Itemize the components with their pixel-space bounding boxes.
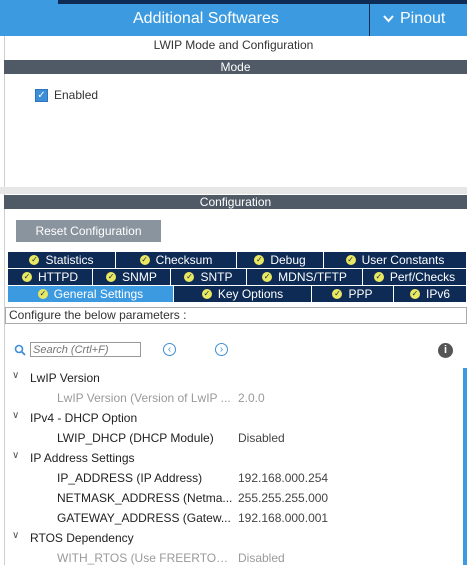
check-circle-icon: ✓: [262, 271, 273, 282]
param-name: GATEWAY_ADDRESS (Gatew...: [57, 511, 231, 525]
group-ip-address-settings[interactable]: ∨ IP Address Settings: [0, 449, 460, 467]
chevron-down-icon[interactable]: ∨: [12, 530, 19, 541]
param-value[interactable]: 255.255.255.000: [238, 491, 328, 505]
tab-label: Debug: [270, 253, 306, 267]
panel-subtitle: LWIP Mode and Configuration: [153, 38, 314, 52]
tab-general-settings[interactable]: ✓ General Settings: [8, 286, 174, 302]
tab-label: Key Options: [217, 287, 284, 301]
chevron-right-circle-icon[interactable]: ›: [215, 343, 228, 356]
tab-label: MDNS/TFTP: [278, 270, 347, 284]
group-rtos-dependency[interactable]: ∨ RTOS Dependency: [0, 529, 460, 547]
param-row[interactable]: IP_ADDRESS (IP Address) 192.168.000.254: [0, 469, 460, 487]
check-circle-icon: ✓: [345, 254, 356, 265]
tab-label: Checksum: [155, 253, 213, 267]
search-icon: [14, 344, 26, 356]
tab-label: User Constants: [361, 253, 445, 267]
params-header: Configure the below parameters :: [5, 307, 467, 324]
check-circle-icon: ✓: [332, 288, 343, 299]
tab-row-2: ✓ HTTPD ✓ SNMP ✓ SNTP ✓ MDNS/TFTP ✓ Perf/Chec…: [8, 269, 467, 285]
chevron-down-icon[interactable]: ∨: [12, 370, 19, 381]
chevron-down-icon[interactable]: ∨: [12, 450, 19, 461]
tab-label: General Settings: [53, 287, 144, 301]
top-strip: [58, 0, 467, 4]
group-label: LwIP Version: [30, 371, 100, 385]
param-value: 2.0.0: [238, 391, 265, 405]
info-icon[interactable]: i: [438, 343, 453, 358]
tab-perf-checks[interactable]: ✓ Perf/Checks: [363, 269, 467, 285]
search-row: ‹ › i: [14, 342, 464, 360]
configuration-section-bar: Configuration: [4, 195, 467, 209]
tab-sntp[interactable]: ✓ SNTP: [171, 269, 247, 285]
pinout-label: Pinout: [400, 10, 446, 27]
reset-configuration-button[interactable]: Reset Configuration: [16, 220, 161, 242]
tab-user-constants[interactable]: ✓ User Constants: [324, 252, 467, 268]
param-name: WITH_RTOS (Use FREERTOS...: [57, 551, 233, 565]
param-name: NETMASK_ADDRESS (Netma...: [57, 491, 233, 505]
top-bar: Additional Softwares Pinout: [0, 0, 467, 36]
search-input[interactable]: [30, 342, 141, 357]
tab-row-3: ✓ General Settings ✓ Key Options ✓ PPP ✓ IPv…: [8, 286, 467, 302]
check-circle-icon: ✓: [373, 271, 384, 282]
tab-httpd[interactable]: ✓ HTTPD: [8, 269, 93, 285]
tab-ipv6[interactable]: ✓ IPv6: [394, 286, 467, 302]
header-separator: [369, 4, 370, 36]
param-row[interactable]: WITH_RTOS (Use FREERTOS... Disabled: [0, 549, 460, 567]
tab-mdns-tftp[interactable]: ✓ MDNS/TFTP: [247, 269, 363, 285]
tab-ppp[interactable]: ✓ PPP: [312, 286, 394, 302]
tab-snmp[interactable]: ✓ SNMP: [93, 269, 171, 285]
check-circle-icon: ✓: [254, 254, 265, 265]
check-circle-icon: ✓: [37, 288, 48, 299]
param-value[interactable]: 192.168.000.001: [238, 511, 328, 525]
group-label: IPv4 - DHCP Option: [30, 411, 138, 425]
tab-row-1: ✓ Statistics ✓ Checksum ✓ Debug ✓ User Const…: [8, 252, 467, 268]
param-row[interactable]: LWIP_DHCP (DHCP Module) Disabled: [0, 429, 460, 447]
tab-debug[interactable]: ✓ Debug: [237, 252, 324, 268]
tab-key-options[interactable]: ✓ Key Options: [174, 286, 312, 302]
check-circle-icon: ✓: [22, 271, 32, 282]
enabled-checkbox[interactable]: ✓ Enabled: [35, 88, 98, 102]
tab-label: PPP: [348, 287, 373, 301]
tab-label: IPv6: [425, 287, 450, 301]
param-value[interactable]: 192.168.000.254: [238, 471, 328, 485]
checkbox-checked-icon[interactable]: ✓: [35, 88, 48, 102]
tab-checksum[interactable]: ✓ Checksum: [116, 252, 237, 268]
tab-label: HTTPD: [38, 270, 78, 284]
mode-section-bar: Mode: [4, 60, 467, 74]
group-lwip-version[interactable]: ∨ LwIP Version: [0, 369, 460, 387]
enabled-label: Enabled: [54, 88, 99, 102]
param-row[interactable]: GATEWAY_ADDRESS (Gatew... 192.168.000.001: [0, 509, 460, 527]
tab-label: Statistics: [45, 253, 94, 267]
check-circle-icon: ✓: [139, 254, 150, 265]
panel-divider: [0, 187, 467, 194]
page-title[interactable]: Additional Softwares: [133, 10, 279, 28]
param-name: LwIP Version (Version of LwIP ...: [57, 391, 231, 405]
param-value: Disabled: [238, 551, 285, 565]
group-ipv4-dhcp-option[interactable]: ∨ IPv4 - DHCP Option: [0, 409, 460, 427]
check-circle-icon: ✓: [29, 254, 40, 265]
param-row[interactable]: NETMASK_ADDRESS (Netma... 255.255.255.000: [0, 489, 460, 507]
tab-label: Perf/Checks: [389, 270, 456, 284]
group-label: RTOS Dependency: [30, 531, 134, 545]
chevron-left-circle-icon[interactable]: ‹: [163, 343, 176, 356]
tab-label: SNTP: [200, 270, 233, 284]
param-row[interactable]: LwIP Version (Version of LwIP ... 2.0.0: [0, 389, 460, 407]
check-circle-icon: ✓: [106, 271, 117, 282]
group-label: IP Address Settings: [30, 451, 135, 465]
check-circle-icon: ✓: [409, 288, 420, 299]
check-circle-icon: ✓: [184, 271, 195, 282]
param-name: IP_ADDRESS (IP Address): [57, 471, 203, 485]
check-circle-icon: ✓: [201, 288, 212, 299]
tab-statistics[interactable]: ✓ Statistics: [8, 252, 116, 268]
tab-label: SNMP: [122, 270, 157, 284]
vertical-scrollbar[interactable]: [463, 368, 467, 565]
panel-border: [4, 36, 5, 187]
param-name: LWIP_DHCP (DHCP Module): [57, 431, 214, 445]
param-value[interactable]: Disabled: [238, 431, 285, 445]
pinout-button[interactable]: Pinout: [383, 10, 445, 28]
chevron-down-icon: [383, 10, 394, 28]
chevron-down-icon[interactable]: ∨: [12, 410, 19, 421]
